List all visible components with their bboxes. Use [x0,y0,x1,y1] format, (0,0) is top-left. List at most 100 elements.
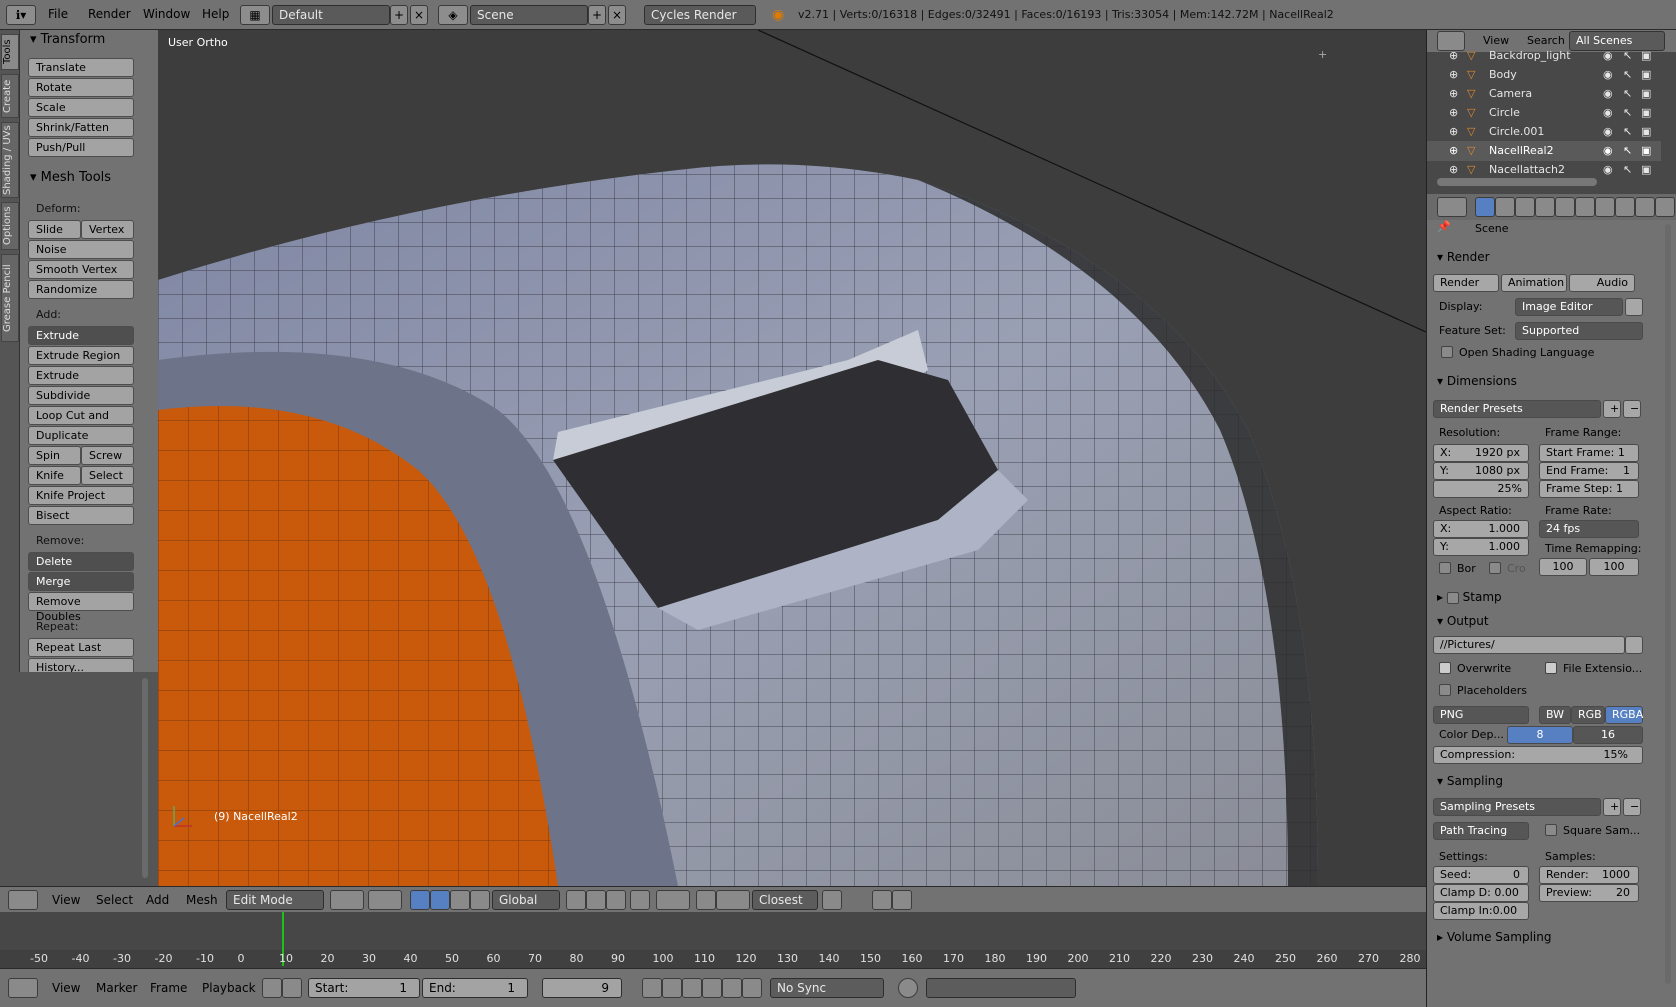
selectability-icon[interactable]: ↖ [1623,141,1632,161]
folder-icon[interactable] [1625,636,1643,654]
file-format-select[interactable]: PNG [1433,706,1529,724]
menu-render[interactable]: Render [88,7,131,21]
remove-layout-icon[interactable]: × [410,5,428,25]
render-samples-field[interactable]: Render: 1000 [1539,866,1639,884]
visibility-icon[interactable]: ◉ [1603,160,1613,178]
selectability-icon[interactable]: ↖ [1623,122,1632,142]
extrude-region-button[interactable]: Extrude Region [28,346,134,365]
jump-start-icon[interactable] [642,978,662,998]
knife-button[interactable]: Knife [28,466,81,485]
properties-scrollbar[interactable] [1665,224,1671,984]
render-button[interactable]: Render [1433,274,1499,292]
translate-manipulator-icon[interactable] [430,890,450,910]
rotate-manipulator-icon[interactable] [450,890,470,910]
extrude-individual-button[interactable]: Extrude Individual [28,366,134,397]
tab-create[interactable]: Create [1,74,19,118]
preview-samples-field[interactable]: Preview: 20 [1539,884,1639,902]
play-reverse-icon[interactable] [682,978,702,998]
limit-visible-icon[interactable] [630,890,650,910]
remove-doubles-button[interactable]: Remove Doubles [28,592,134,623]
volume-sampling-header[interactable]: ▸ Volume Sampling [1437,930,1551,944]
orientation-select[interactable]: Global [492,890,560,910]
sampling-panel-header[interactable]: ▾ Sampling [1437,774,1503,788]
expand-icon[interactable]: ⊕ [1449,160,1458,178]
menu-add[interactable]: Add [146,893,169,907]
vertex-select-icon[interactable] [566,890,586,910]
snap-element-icon[interactable] [716,890,750,910]
outliner-row[interactable]: ⊕ ▽ Backdrop_light ◉ ↖ ▣ [1427,50,1661,66]
selectability-icon[interactable]: ↖ [1623,103,1632,123]
renderability-icon[interactable]: ▣ [1641,65,1651,85]
depth-8-button[interactable]: 8 [1507,726,1573,744]
smooth-vertex-button[interactable]: Smooth Vertex [28,260,134,279]
overwrite-checkbox[interactable] [1439,662,1451,674]
manipulator-icon[interactable] [410,890,430,910]
stamp-checkbox[interactable] [1446,591,1459,604]
knife-select-button[interactable]: Select [81,466,134,485]
opengl-render-icon[interactable] [872,890,892,910]
transform-panel-header[interactable]: ▾ Transform [30,32,105,47]
add-sampling-preset-icon[interactable]: + [1603,798,1621,816]
menu-help[interactable]: Help [202,7,229,21]
end-frame-field[interactable]: End Frame: 1 [1539,462,1639,480]
next-key-icon[interactable] [722,978,742,998]
jump-end-icon[interactable] [742,978,762,998]
outliner-editor-icon[interactable] [1437,31,1465,51]
end-frame-field[interactable]: End: 1 [422,978,528,998]
record-icon[interactable] [898,978,918,998]
remove-sampling-preset-icon[interactable]: − [1623,798,1641,816]
menu-mesh[interactable]: Mesh [186,893,218,907]
push-pull-button[interactable]: Push/Pull [28,138,134,157]
data-icon[interactable] [1615,197,1635,217]
screw-button[interactable]: Screw [81,446,134,465]
selectability-icon[interactable]: ↖ [1623,84,1632,104]
scene-context-icon[interactable] [1515,197,1535,217]
tab-shading-uvs[interactable]: Shading / UVs [1,122,19,198]
spin-button[interactable]: Spin [28,446,81,465]
render-context-icon[interactable] [1475,197,1495,217]
renderability-icon[interactable]: ▣ [1641,103,1651,123]
layout-field[interactable]: Default [272,5,390,25]
expand-icon[interactable]: ⊕ [1449,65,1458,85]
edge-select-icon[interactable] [586,890,606,910]
clamp-direct-field[interactable]: Clamp D: 0.00 [1433,884,1529,902]
aspect-y-field[interactable]: Y: 1.000 [1433,538,1529,556]
timeline-track[interactable] [0,912,1426,950]
operator-scrollbar[interactable] [142,678,148,878]
add-scene-icon[interactable]: + [588,5,606,25]
crop-checkbox[interactable] [1489,562,1501,574]
render-layers-icon[interactable] [1495,197,1515,217]
3d-viewport[interactable]: User Ortho (9) NacellReal2 + [158,30,1426,886]
start-frame-field[interactable]: Start: 1 [308,978,420,998]
noise-button[interactable]: Noise [28,240,134,259]
menu-file[interactable]: File [48,7,68,21]
lock-icon[interactable] [282,978,302,998]
menu-view[interactable]: View [52,893,80,907]
renderability-icon[interactable]: ▣ [1641,50,1651,66]
integrator-select[interactable]: Path Tracing [1433,822,1529,840]
extrude-menu[interactable]: Extrude [28,326,134,345]
compression-slider[interactable]: Compression: 15% [1433,746,1643,764]
play-icon[interactable] [702,978,722,998]
remove-scene-icon[interactable]: × [608,5,626,25]
tl-menu-frame[interactable]: Frame [150,981,187,995]
loop-cut-button[interactable]: Loop Cut and Slide [28,406,134,437]
expand-icon[interactable]: ⊕ [1449,122,1458,142]
world-context-icon[interactable] [1535,197,1555,217]
osl-checkbox[interactable] [1441,346,1453,358]
remove-preset-icon[interactable]: − [1623,400,1641,418]
clamp-indirect-field[interactable]: Clamp In:0.00 [1433,902,1529,920]
tab-tools[interactable]: Tools [1,34,19,70]
dimensions-panel-header[interactable]: ▾ Dimensions [1437,374,1517,388]
tab-grease-pencil[interactable]: Grease Pencil [1,254,19,342]
expand-icon[interactable]: ⊕ [1449,84,1458,104]
render-presets-select[interactable]: Render Presets [1433,400,1601,418]
resolution-x-field[interactable]: X: 1920 px [1433,444,1529,462]
constraints-icon[interactable] [1575,197,1595,217]
opengl-anim-icon[interactable] [892,890,912,910]
repeat-last-button[interactable]: Repeat Last [28,638,134,657]
info-editor-icon[interactable]: ℹ▾ [6,5,36,25]
prev-key-icon[interactable] [662,978,682,998]
rgba-button[interactable]: RGBA [1605,706,1643,724]
subdivide-button[interactable]: Subdivide [28,386,134,405]
